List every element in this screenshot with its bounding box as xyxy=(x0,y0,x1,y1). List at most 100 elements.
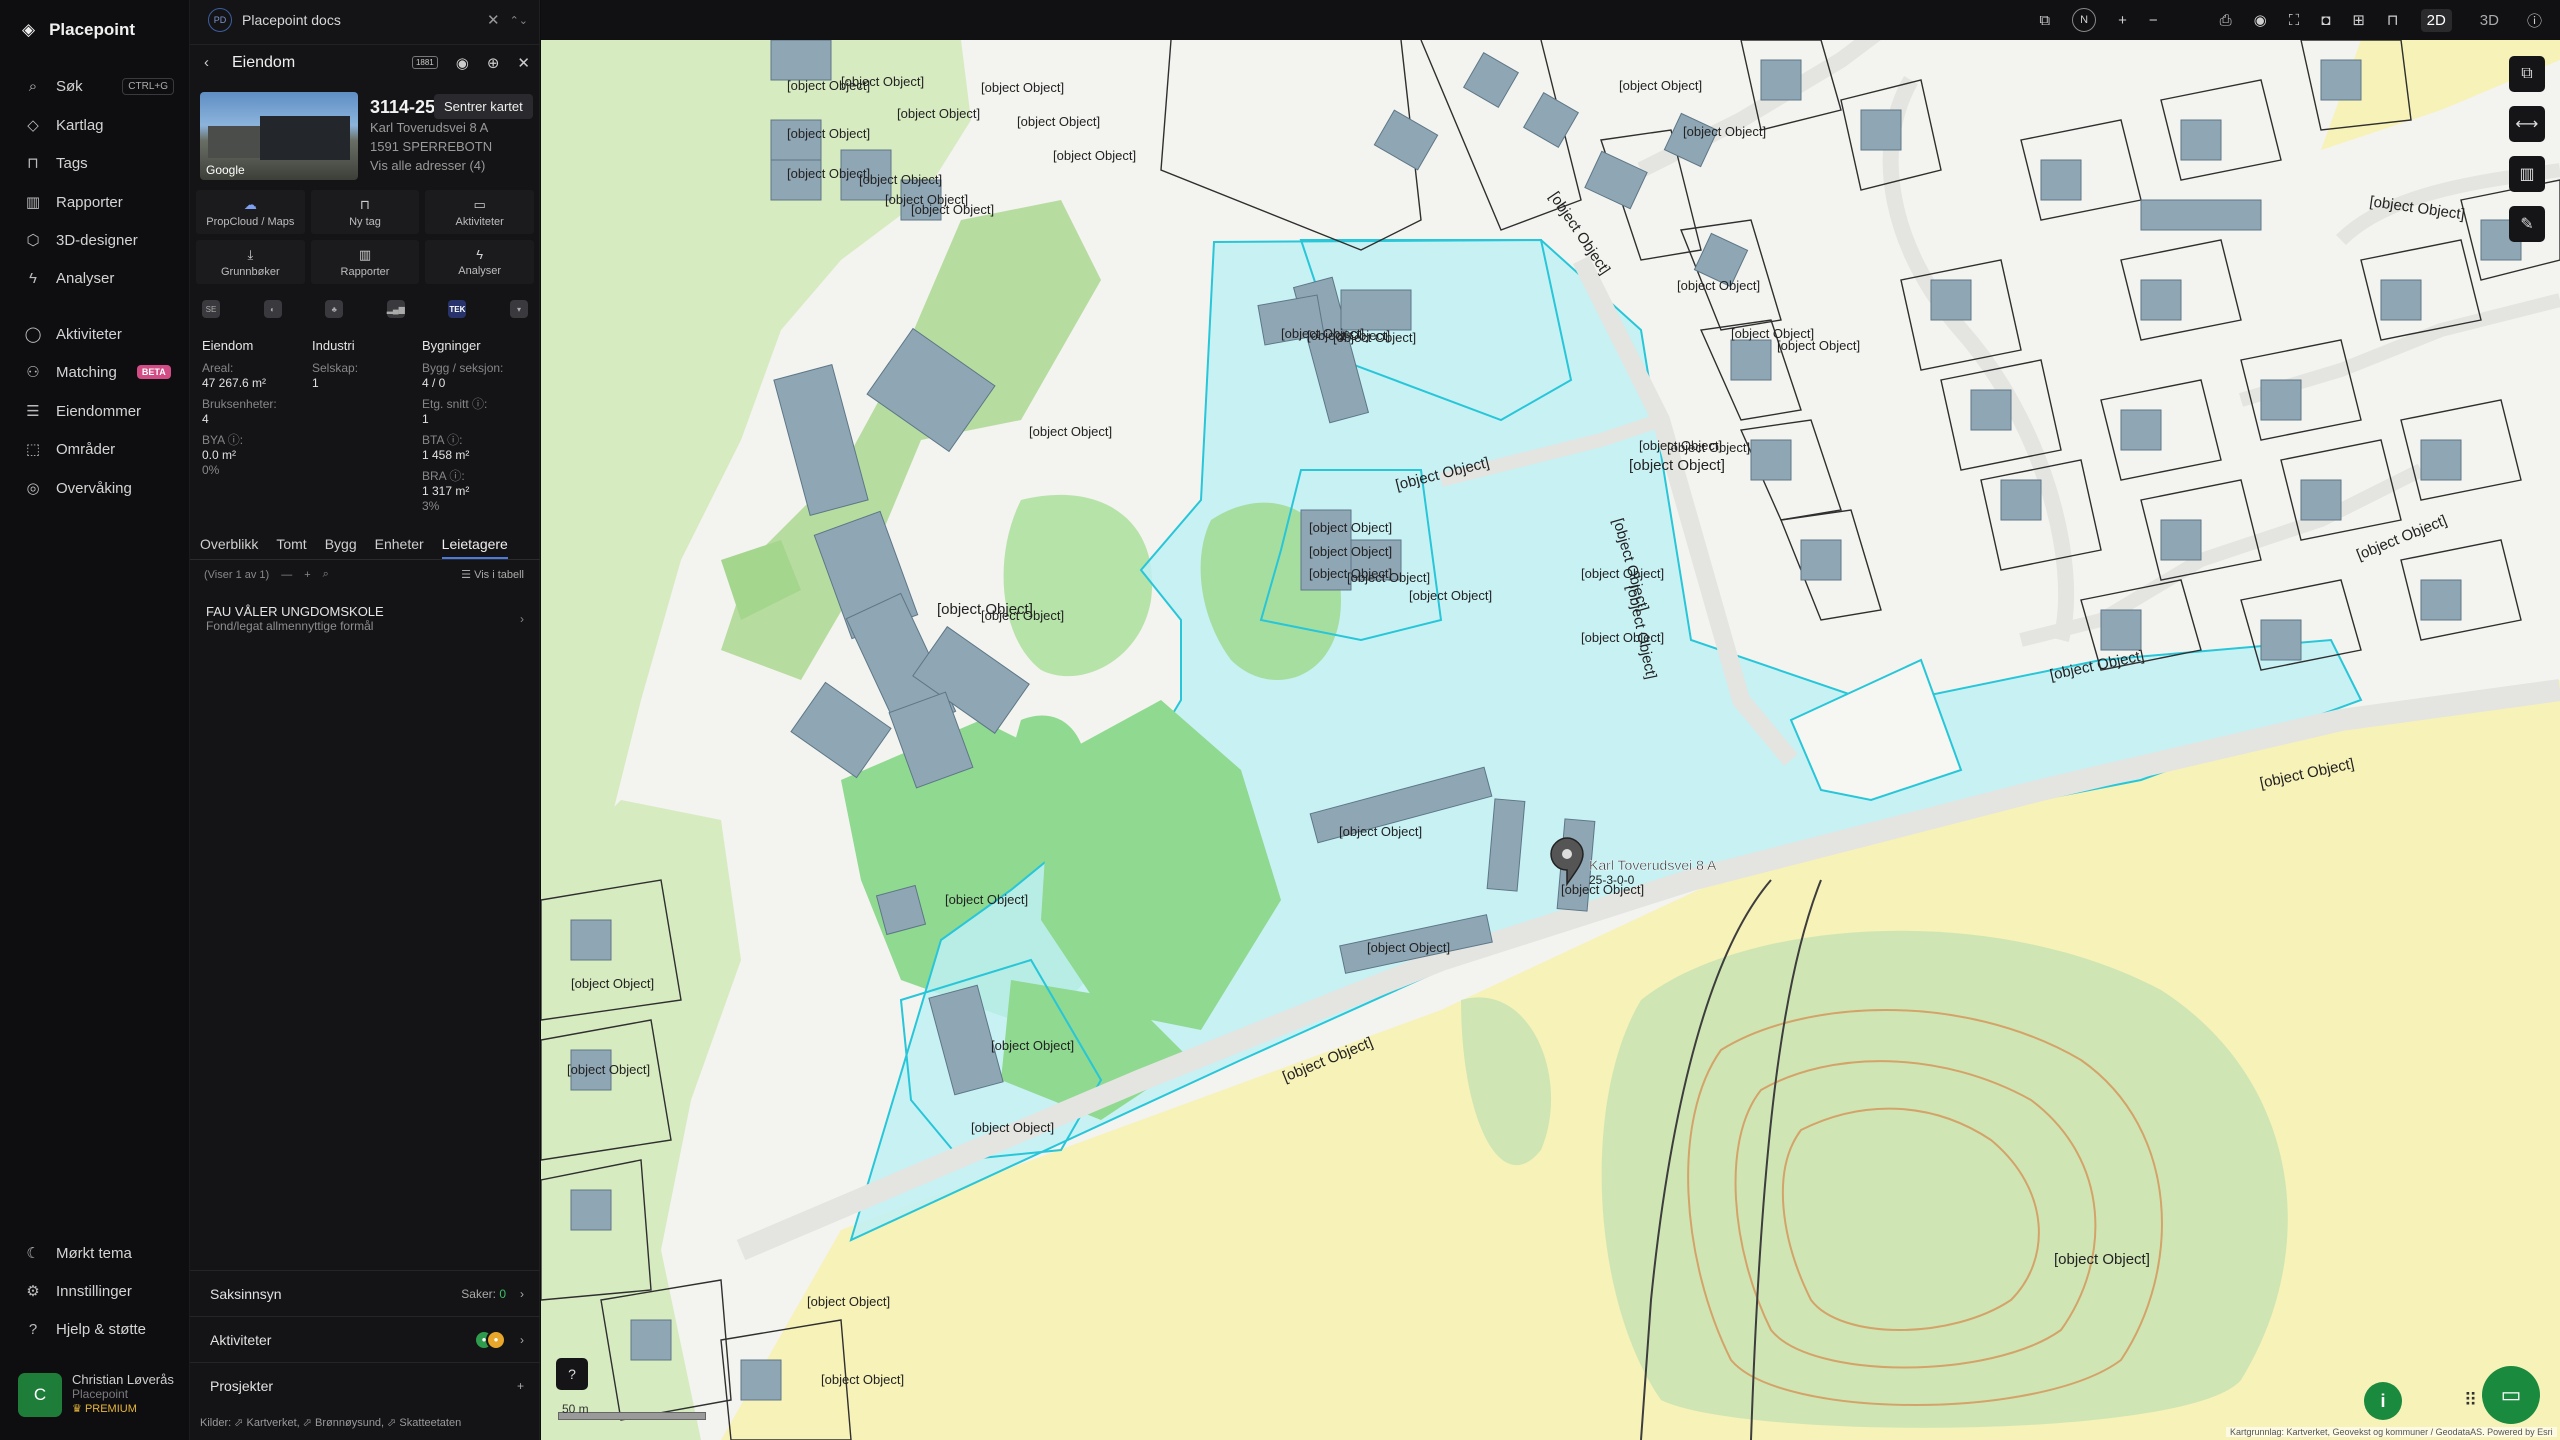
eye-icon[interactable]: ◉ xyxy=(456,54,469,72)
fullscreen-icon[interactable]: ⛶ xyxy=(2289,12,2300,29)
measure-tool-button[interactable]: ⟷ xyxy=(2509,106,2545,142)
section-prosjekter[interactable]: Prosjekter + xyxy=(190,1362,540,1408)
propcloud-button[interactable]: ☁ PropCloud / Maps xyxy=(196,190,305,234)
source-circle-icon[interactable]: ◐ xyxy=(263,300,282,318)
docs-title[interactable]: Placepoint docs xyxy=(242,12,341,28)
activities-button[interactable]: ▭ Aktiviteter xyxy=(425,190,534,234)
eye-icon[interactable]: ◉ xyxy=(2254,11,2267,29)
tab-overblikk[interactable]: Overblikk xyxy=(200,532,258,559)
nav-item-aktiviteter[interactable]: ◯ Aktiviteter xyxy=(24,325,174,344)
marker-sub-label: 25-3-0-0 xyxy=(1589,873,1635,887)
minus-icon[interactable]: — xyxy=(281,569,292,581)
map-toolbar: ⧉ N + − ⎙ ◉ ⛶ ◘ ⊞ ⊓ 2D 3D ⓘ xyxy=(541,0,2560,40)
nav-item-help[interactable]: ? Hjelp & støtte xyxy=(24,1321,174,1338)
map-help-button[interactable]: ? xyxy=(556,1358,588,1390)
layer-tool-button[interactable]: ⧉ xyxy=(2509,56,2545,92)
panel-title: Eiendom xyxy=(232,53,296,71)
map-label-14: [object Object] xyxy=(1683,124,1766,139)
center-map-icon[interactable]: ⊕ xyxy=(487,54,500,72)
drag-handle-icon[interactable]: ⠿ xyxy=(2464,1390,2477,1411)
nav-item-3d-designer[interactable]: ⬡ 3D-designer xyxy=(24,231,174,250)
camera-icon[interactable]: ◘ xyxy=(2321,12,2330,29)
nav-item-matching[interactable]: ⚇ Matching BETA xyxy=(24,363,174,381)
map-label-9: [object Object] xyxy=(841,74,924,89)
search-icon[interactable]: ⌕ xyxy=(323,568,329,581)
scale-label: 50 m xyxy=(562,1402,589,1416)
marker-label: Karl Toverudsvei 8 A xyxy=(1589,857,1717,873)
source-bars-icon[interactable]: ▂▄▆ xyxy=(386,300,405,318)
map-svg[interactable]: [object Object] [object Object] [object … xyxy=(541,0,2560,1440)
all-addresses-link[interactable]: Vis alle adresser (4) xyxy=(370,156,530,175)
property-tabs: Overblikk Tomt Bygg Enheter Leietagere xyxy=(190,532,540,560)
analyses-button[interactable]: ϟ Analyser xyxy=(425,240,534,284)
zoom-out-icon[interactable]: − xyxy=(2149,12,2158,29)
layers-toggle-icon[interactable]: ⧉ xyxy=(2039,12,2050,29)
nav-item-omrader[interactable]: ⬚ Områder xyxy=(24,440,174,459)
brand[interactable]: ◈ Placepoint xyxy=(22,20,135,40)
close-panel-icon[interactable]: ✕ xyxy=(517,54,530,72)
ruler-icon[interactable]: 1881 xyxy=(411,56,438,69)
map-label-29: [object Object] xyxy=(1053,148,1136,163)
back-icon[interactable]: ‹ xyxy=(204,54,209,71)
avatar: C xyxy=(18,1372,62,1417)
list-icon: ☰ xyxy=(26,403,40,420)
reports-button[interactable]: ▥ Rapporter xyxy=(310,240,420,284)
source-se-icon[interactable]: SE xyxy=(202,300,220,318)
street-view-photo[interactable]: Google xyxy=(200,92,358,180)
crown-icon: ♛ xyxy=(72,1403,82,1415)
close-docs-icon[interactable]: ✕ xyxy=(487,11,500,29)
nav-item-dark-theme[interactable]: ☾ Mørkt tema xyxy=(24,1244,174,1263)
add-project-icon[interactable]: + xyxy=(517,1379,524,1393)
show-in-table-link[interactable]: ☰ Vis i tabell xyxy=(461,568,524,581)
new-tag-button[interactable]: ⊓ Ny tag xyxy=(310,190,420,234)
tab-enheter[interactable]: Enheter xyxy=(375,532,424,559)
source-tek-icon[interactable]: TEK xyxy=(448,300,467,318)
photo-credit: Google xyxy=(206,163,245,177)
scale-bar: 50 m xyxy=(558,1402,706,1422)
nav-item-settings[interactable]: ⚙ Innstillinger xyxy=(24,1282,174,1301)
sources-footer: Kilder: ⬀ Kartverket, ⬀ Brønnøysund, ⬀ S… xyxy=(200,1417,462,1429)
match-icon: ⚇ xyxy=(26,364,40,381)
chart-tool-button[interactable]: ▥ xyxy=(2509,156,2545,192)
grunnboker-button[interactable]: ⤓ Grunnbøker xyxy=(196,240,305,284)
print-icon[interactable]: ⎙ xyxy=(2220,12,2232,29)
mode-2d-toggle[interactable]: 2D xyxy=(2420,8,2452,32)
moon-icon: ☾ xyxy=(26,1245,40,1262)
map-label-13: [object Object] xyxy=(1777,338,1860,353)
draw-tool-button[interactable]: ✎ xyxy=(2509,206,2545,242)
nav-item-kartlag[interactable]: ◇ Kartlag xyxy=(24,116,174,135)
property-address[interactable]: Karl Toverudsvei 8 A xyxy=(370,118,530,137)
map-info-button[interactable]: i xyxy=(2364,1382,2402,1420)
property-postal: 1591 SPERREBOTN xyxy=(370,139,493,154)
nav-item-eiendommer[interactable]: ☰ Eiendommer xyxy=(24,402,174,421)
nav-item-rapporter[interactable]: ▥ Rapporter xyxy=(24,193,174,212)
list-item[interactable]: FAU VÅLER UNGDOMSKOLE Fond/legat allmenn… xyxy=(206,604,524,633)
nav-item-search[interactable]: ⌕ Søk CTRL+G xyxy=(24,78,174,95)
tab-leietagere[interactable]: Leietagere xyxy=(441,532,508,559)
expand-icon[interactable]: ⌃⌄ xyxy=(510,14,528,27)
zoom-in-icon[interactable]: + xyxy=(2118,12,2127,29)
tab-bygg[interactable]: Bygg xyxy=(325,532,357,559)
grid-icon[interactable]: ⊞ xyxy=(2352,11,2365,29)
bookmark-icon[interactable]: ⊓ xyxy=(2387,11,2399,29)
tab-tomt[interactable]: Tomt xyxy=(276,532,306,559)
support-chat-button[interactable]: ▭ xyxy=(2482,1366,2540,1424)
nav-item-analyser[interactable]: ϟ Analyser xyxy=(24,270,174,287)
street-label-dammyr-2: [object Object] xyxy=(1629,457,1725,474)
map-canvas[interactable]: [object Object] [object Object] [object … xyxy=(541,0,2560,1440)
plus-icon[interactable]: + xyxy=(304,569,310,581)
nav-item-tags[interactable]: ⊓ Tags xyxy=(24,154,174,173)
info-icon[interactable]: ⓘ xyxy=(2527,10,2542,31)
monitor-icon: ◎ xyxy=(26,480,40,497)
source-tree-icon[interactable]: ♣ xyxy=(325,300,344,318)
section-aktiviteter[interactable]: Aktiviteter ● ● › xyxy=(190,1316,540,1362)
mode-3d-toggle[interactable]: 3D xyxy=(2474,9,2505,32)
map-label-33: [object Object] xyxy=(981,80,1064,95)
section-saksinnsyn[interactable]: Saksinnsyn Saker: 0 › xyxy=(190,1270,540,1316)
source-more-icon[interactable]: ▾ xyxy=(509,300,528,318)
compass-icon[interactable]: N xyxy=(2072,8,2097,32)
user-profile[interactable]: C Christian Løverås Placepoint ♛ PREMIUM xyxy=(18,1372,178,1417)
nav-item-overvaking[interactable]: ◎ Overvåking xyxy=(24,479,174,498)
data-source-icons: SE ◐ ♣ ▂▄▆ TEK ▾ xyxy=(202,300,528,318)
cube-icon: ⬡ xyxy=(26,232,40,249)
